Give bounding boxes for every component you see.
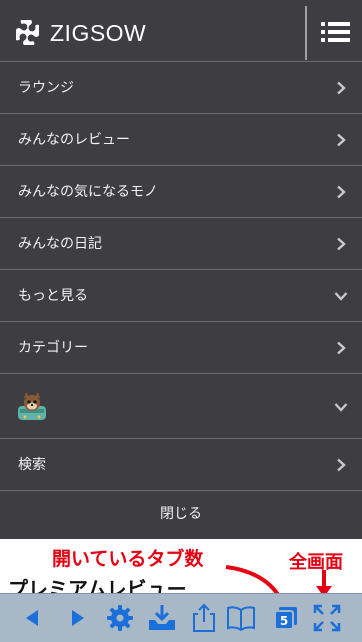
hamburger-icon[interactable] — [313, 12, 357, 52]
chevron-right-icon — [337, 185, 346, 199]
chevron-down-icon — [334, 292, 348, 301]
menu-item-label: みんなの日記 — [18, 236, 102, 252]
menu-item-lounge[interactable]: ラウンジ — [0, 62, 362, 114]
tab-count: 5 — [280, 614, 288, 628]
brand-name[interactable]: ZIGSOW — [50, 20, 146, 47]
menu-item-label: カテゴリー — [18, 340, 88, 356]
chevron-right-icon — [337, 133, 346, 147]
chevron-right-icon — [337, 237, 346, 251]
menu-item-wishlist[interactable]: みんなの気になるモノ — [0, 166, 362, 218]
browser-toolbar: 5 — [0, 593, 362, 642]
menu-item-more[interactable]: もっと見る — [0, 270, 362, 322]
header-divider — [305, 6, 307, 60]
chevron-right-icon — [337, 81, 346, 95]
back-arrow-icon[interactable] — [16, 602, 48, 634]
forward-arrow-icon[interactable] — [62, 602, 94, 634]
save-inbox-icon[interactable] — [146, 602, 178, 634]
mascot-avatar — [18, 392, 46, 420]
share-icon[interactable] — [188, 602, 220, 634]
site-header: ZIGSOW — [0, 0, 362, 62]
settings-gear-icon[interactable] — [104, 602, 136, 634]
chevron-right-icon — [337, 341, 346, 355]
annotation-fullscreen-note: 全画面 — [289, 552, 343, 573]
bookmarks-book-icon[interactable] — [225, 602, 257, 634]
puzzle-logo-icon[interactable] — [10, 17, 42, 49]
chevron-down-icon — [334, 403, 348, 412]
menu-item-reviews[interactable]: みんなのレビュー — [0, 114, 362, 166]
menu-item-label: もっと見る — [18, 288, 88, 304]
menu-item-categories[interactable]: カテゴリー — [0, 322, 362, 374]
menu-item-user-account[interactable] — [0, 374, 362, 439]
annotation-tabs-note: 開いているタブ数 — [52, 548, 204, 570]
menu-item-diaries[interactable]: みんなの日記 — [0, 218, 362, 270]
chevron-right-icon — [337, 458, 346, 472]
menu-item-label: みんなのレビュー — [18, 132, 130, 148]
menu-item-search[interactable]: 検索 — [0, 439, 362, 491]
menu-item-label: みんなの気になるモノ — [18, 184, 158, 200]
fullscreen-icon[interactable] — [311, 602, 343, 634]
menu-item-label: ラウンジ — [18, 80, 74, 96]
menu-item-label: 検索 — [18, 457, 46, 473]
close-menu-button[interactable]: 閉じる — [0, 489, 362, 539]
tabs-icon[interactable]: 5 — [270, 602, 302, 634]
navigation-menu: ラウンジ みんなのレビュー みんなの気になるモノ みんなの日記 もっと見る カテ… — [0, 62, 362, 491]
